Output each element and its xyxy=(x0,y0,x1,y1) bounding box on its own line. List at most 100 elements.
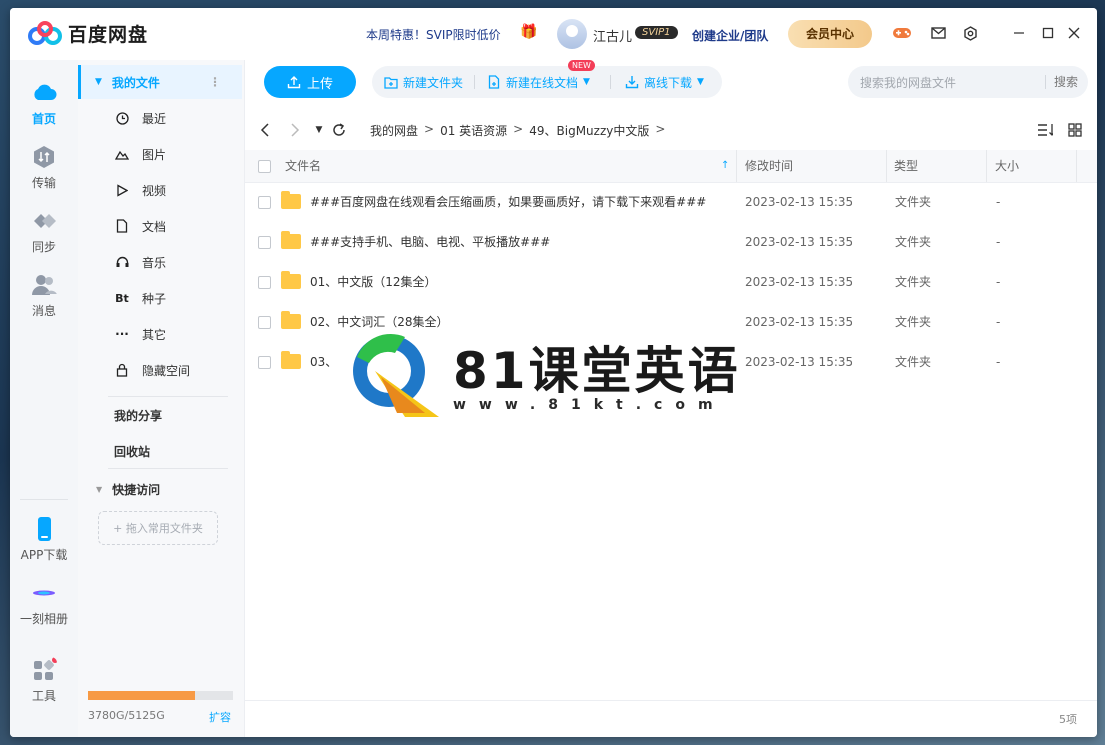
vip-center-button[interactable]: 会员中心 xyxy=(788,20,872,48)
history-dropdown-icon[interactable]: ▼ xyxy=(311,122,327,138)
nav-tools[interactable]: 工具 xyxy=(10,657,78,704)
refresh-icon[interactable] xyxy=(331,122,347,138)
username[interactable]: 江古儿 xyxy=(593,26,632,45)
sidebar-item-label: 最近 xyxy=(142,111,167,126)
row-checkbox[interactable] xyxy=(258,276,271,289)
sidebar-item-images[interactable]: 图片 xyxy=(78,137,242,171)
toolbar-divider xyxy=(610,75,611,89)
footer-divider xyxy=(245,700,1097,701)
more-vertical-icon[interactable]: ⋮ xyxy=(209,75,221,89)
sidebar-item-torrents[interactable]: Bt 种子 xyxy=(78,281,242,315)
sidebar-item-videos[interactable]: 视频 xyxy=(78,173,242,207)
row-checkbox[interactable] xyxy=(258,196,271,209)
collapse-triangle-icon[interactable]: ▼ xyxy=(96,485,102,494)
folder-icon xyxy=(281,231,301,249)
expand-storage-link[interactable]: 扩容 xyxy=(209,709,231,725)
quick-access-drop-zone[interactable]: + 拖入常用文件夹 xyxy=(98,511,218,545)
search-input[interactable] xyxy=(858,66,1042,100)
cloud-home-icon xyxy=(34,84,57,100)
sidebar-item-hidden-space[interactable]: 隐藏空间 xyxy=(78,353,242,387)
settings-gear-icon[interactable] xyxy=(960,23,980,43)
close-icon[interactable] xyxy=(1064,23,1084,43)
promo-link[interactable]: 本周特惠！SVIP限时低价 xyxy=(366,26,501,43)
sidebar-my-share[interactable]: 我的分享 xyxy=(78,398,242,432)
minimize-icon[interactable] xyxy=(1009,23,1029,43)
maximize-icon[interactable] xyxy=(1038,23,1058,43)
sidebar-item-label: 视频 xyxy=(142,183,167,198)
game-controller-icon[interactable] xyxy=(892,23,912,43)
upload-button[interactable]: 上传 xyxy=(264,66,356,98)
file-size: - xyxy=(996,315,1001,329)
create-enterprise-link[interactable]: 创建企业/团队 xyxy=(692,27,768,44)
forward-arrow-icon[interactable] xyxy=(287,122,303,138)
sidebar-recycle-bin[interactable]: 回收站 xyxy=(78,434,242,468)
watermark-url: www.81kt.com xyxy=(453,397,726,413)
chevron-down-icon[interactable]: ▼ xyxy=(697,77,704,87)
sidebar-item-documents[interactable]: 文档 xyxy=(78,209,242,243)
nav-sync[interactable]: 同步 xyxy=(10,208,78,255)
breadcrumb-item[interactable]: 49、BigMuzzy中文版 xyxy=(529,122,649,139)
chevron-down-icon[interactable]: ▼ xyxy=(583,77,590,87)
album-icon xyxy=(33,590,55,596)
search-button[interactable]: 搜索 xyxy=(1054,66,1078,98)
nav-transfer-label: 传输 xyxy=(31,176,56,190)
sidebar-quick-access[interactable]: ▼ 快捷访问 xyxy=(78,472,242,506)
sidebar-item-label: 音乐 xyxy=(142,255,167,270)
file-name[interactable]: 01、中文版（12集全） xyxy=(310,262,437,302)
file-name[interactable]: ###支持手机、电脑、电视、平板播放### xyxy=(310,222,550,262)
sort-ascending-icon[interactable]: ↑ xyxy=(721,150,729,182)
sidebar-item-music[interactable]: 音乐 xyxy=(78,245,242,279)
upload-label: 上传 xyxy=(306,76,333,92)
title-bar: 百度网盘 本周特惠！SVIP限时低价 🎁 江古儿 SVIP1 创建企业/团队 会… xyxy=(10,8,1097,60)
table-row[interactable]: ###支持手机、电脑、电视、平板播放### 2023-02-13 15:35 文… xyxy=(245,222,1097,262)
column-header-name[interactable]: 文件名 xyxy=(285,150,321,182)
nav-transfer[interactable]: 传输 xyxy=(10,144,78,191)
sidebar-item-recent[interactable]: 最近 xyxy=(78,101,242,135)
phone-icon xyxy=(38,517,51,541)
collapse-triangle-icon[interactable]: ▼ xyxy=(95,77,102,87)
file-type: 文件夹 xyxy=(895,275,932,289)
new-badge: NEW xyxy=(568,60,595,71)
sidebar-item-other[interactable]: ··· 其它 xyxy=(78,317,242,351)
column-header-modified[interactable]: 修改时间 xyxy=(745,150,793,182)
new-online-doc-label: 新建在线文档 xyxy=(506,75,579,90)
breadcrumb-item[interactable]: 我的网盘 xyxy=(370,122,418,139)
image-icon xyxy=(115,147,129,161)
sidebar-my-share-label: 我的分享 xyxy=(114,408,163,423)
nav-messages[interactable]: 消息 xyxy=(10,272,78,319)
select-all-checkbox[interactable] xyxy=(258,160,271,173)
nav-app-download[interactable]: APP下载 xyxy=(10,516,78,563)
column-header-type[interactable]: 类型 xyxy=(894,150,918,182)
gift-icon[interactable]: 🎁 xyxy=(520,24,537,40)
row-checkbox[interactable] xyxy=(258,236,271,249)
offline-download-button[interactable]: 离线下载 ▼ xyxy=(625,66,704,98)
main-nav: 首页 传输 同步 消息 APP下载 一刻相册 工具 xyxy=(10,60,78,737)
breadcrumb-item[interactable]: 01 英语资源 xyxy=(440,122,507,139)
sidebar-my-files[interactable]: ▼ 我的文件 ⋮ xyxy=(78,65,242,99)
mail-icon[interactable] xyxy=(928,23,948,43)
table-row[interactable]: ###百度网盘在线观看会压缩画质，如果要画质好，请下载下来观看### 2023-… xyxy=(245,182,1097,222)
back-arrow-icon[interactable] xyxy=(257,122,273,138)
row-checkbox[interactable] xyxy=(258,316,271,329)
file-modified: 2023-02-13 15:35 xyxy=(745,355,854,369)
search-divider xyxy=(1045,75,1046,89)
column-header-size[interactable]: 大小 xyxy=(995,150,1019,182)
sidebar-my-files-label: 我的文件 xyxy=(111,75,160,90)
breadcrumb: 我的网盘 > 01 英语资源 > 49、BigMuzzy中文版 > xyxy=(370,122,671,139)
nav-album[interactable]: 一刻相册 xyxy=(10,580,78,627)
chevron-right-icon: > xyxy=(655,122,666,136)
table-row[interactable]: 01、中文版（12集全） 2023-02-13 15:35 文件夹 - xyxy=(245,262,1097,302)
file-type: 文件夹 xyxy=(895,235,932,249)
new-folder-label: 新建文件夹 xyxy=(403,75,464,90)
storage-usage-bar xyxy=(88,691,233,700)
nav-home[interactable]: 首页 xyxy=(10,80,78,127)
more-icon: ··· xyxy=(115,327,129,341)
new-doc-icon xyxy=(488,75,500,89)
row-checkbox[interactable] xyxy=(258,356,271,369)
avatar[interactable] xyxy=(557,19,587,49)
file-name[interactable]: 03、 xyxy=(310,342,337,382)
grid-view-icon[interactable] xyxy=(1067,122,1083,138)
sort-icon[interactable] xyxy=(1037,122,1053,138)
file-name[interactable]: ###百度网盘在线观看会压缩画质，如果要画质好，请下载下来观看### xyxy=(310,182,706,222)
new-folder-button[interactable]: 新建文件夹 xyxy=(384,66,463,98)
